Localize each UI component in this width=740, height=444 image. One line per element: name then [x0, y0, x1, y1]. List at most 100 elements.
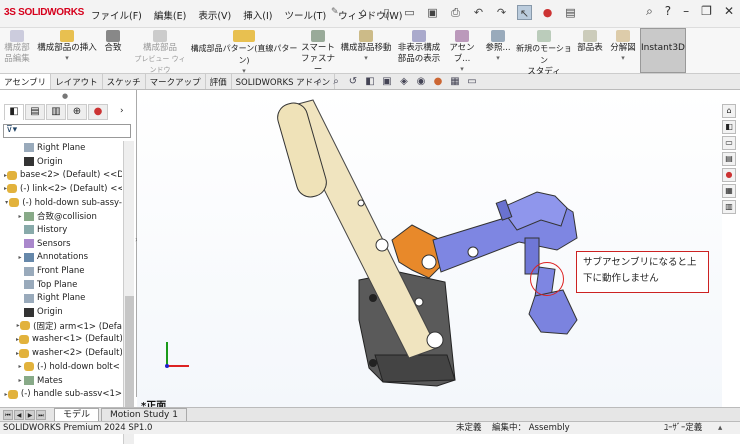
tree-item[interactable]: Right Plane	[0, 141, 122, 155]
show-hidden-components-button[interactable]: 非表示構成 部品の表示	[396, 30, 442, 65]
apply-scene-icon[interactable]: ▦	[449, 76, 461, 88]
status-units[interactable]: ﾕｰｻﾞｰ定義	[664, 422, 702, 434]
tab-markup[interactable]: マークアップ	[146, 74, 206, 89]
pin-icon[interactable]: ✎	[331, 7, 339, 17]
expand-arrow-icon[interactable]: ▸	[16, 254, 24, 261]
design-library-icon[interactable]: ▭	[722, 136, 736, 150]
quick-tips-icon[interactable]: ▴	[718, 422, 722, 434]
view-settings-icon[interactable]: ▭	[466, 76, 478, 88]
tree-filter-input[interactable]: ⊽▾	[3, 124, 131, 138]
tab-sketch[interactable]: スケッチ	[103, 74, 146, 89]
home-icon[interactable]: ⌂	[356, 5, 371, 20]
tab-evaluate[interactable]: 評価	[206, 74, 232, 89]
configuration-manager-icon[interactable]: ▥	[46, 104, 66, 120]
tab-model[interactable]: モデル	[54, 408, 100, 421]
hold-down-clamp-model[interactable]	[137, 90, 722, 407]
tree-item[interactable]: ▸ washer<2> (Default)	[0, 346, 122, 360]
tree-item[interactable]: ▸ Mates	[0, 374, 122, 388]
panel-grip-icon[interactable]: ●	[62, 92, 68, 100]
tree-item[interactable]: ▸ (-) hold-down bolt<	[0, 360, 122, 374]
tree-item[interactable]: ▸ (-) link<2> (Default) <<	[0, 182, 122, 196]
component-preview-button[interactable]: 構成部品 プレビュー ウィンドウ	[132, 30, 188, 76]
new-motion-study-button[interactable]: 新規のモーション スタディ	[516, 30, 572, 78]
instant3d-button[interactable]: Instant3D	[640, 28, 686, 73]
edit-appearance-icon[interactable]: ●	[432, 76, 444, 88]
rebuild-icon[interactable]: ▤	[563, 5, 578, 20]
mate-button[interactable]: 合致	[100, 30, 126, 54]
linear-pattern-button[interactable]: 構成部品パターン(直線パターン) ▾	[190, 30, 298, 75]
undo-icon[interactable]: ↶	[471, 5, 486, 20]
close-icon[interactable]: ✕	[724, 4, 734, 19]
redo-icon[interactable]: ↷	[494, 5, 509, 20]
graphics-area[interactable]	[137, 90, 722, 407]
tree-item[interactable]: ▸ 合致@collision	[0, 209, 122, 223]
scrollbar-thumb[interactable]	[125, 296, 134, 411]
next-tab-icon[interactable]: ▶	[25, 409, 35, 420]
tree-item[interactable]: ▸ (固定) arm<1> (Defa	[0, 319, 122, 333]
assembly-features-button[interactable]: アセンブ... ▾	[444, 30, 480, 73]
expand-arrow-icon[interactable]: ▸	[16, 377, 24, 384]
previous-view-icon[interactable]: ↺	[347, 76, 359, 88]
print-icon[interactable]: ⎙	[448, 5, 463, 20]
move-component-button[interactable]: 構成部品移動 ▾	[338, 30, 394, 62]
feature-tree-icon[interactable]: ◧	[4, 104, 24, 120]
tree-item[interactable]: ▸ (-) handle sub-assv<1>	[0, 387, 122, 401]
tree-item[interactable]: Origin	[0, 305, 122, 319]
property-manager-icon[interactable]: ▤	[25, 104, 45, 120]
tree-item[interactable]: Top Plane	[0, 278, 122, 292]
tree-item[interactable]: Origin	[0, 155, 122, 169]
insert-component-button[interactable]: 構成部品の挿入 ▾	[36, 30, 98, 62]
home-icon[interactable]: ⌂	[722, 104, 736, 118]
menu-tools[interactable]: ツール(T)	[279, 8, 331, 22]
tree-item[interactable]: ▾ (-) hold-down sub-assy-	[0, 196, 122, 210]
appearances-icon[interactable]: ●	[722, 168, 736, 182]
restore-icon[interactable]: ❐	[701, 4, 712, 19]
file-explorer-icon[interactable]: ▤	[722, 152, 736, 166]
edit-component-button[interactable]: 構成部 品編集	[2, 30, 32, 65]
tree-item[interactable]: ▸ Annotations	[0, 251, 122, 265]
tree-item[interactable]: Front Plane	[0, 264, 122, 278]
tree-item[interactable]: Right Plane	[0, 292, 122, 306]
tab-motion-study[interactable]: Motion Study 1	[101, 408, 187, 421]
minimize-icon[interactable]: –	[683, 4, 689, 19]
smart-fastener-button[interactable]: スマート ファスナー	[300, 30, 336, 76]
reference-geometry-button[interactable]: 参照... ▾	[482, 30, 514, 62]
search-icon[interactable]: ⌕	[646, 4, 653, 19]
tab-layout[interactable]: レイアウト	[51, 74, 103, 89]
view-orientation-icon[interactable]: ▣	[381, 76, 393, 88]
expand-arrow-icon[interactable]: ▸	[16, 213, 24, 220]
tree-item[interactable]: ▸ base<2> (Default) <<D	[0, 168, 122, 182]
zoom-area-icon[interactable]: ⌕	[330, 76, 342, 88]
save-icon[interactable]: ▣	[425, 5, 440, 20]
bill-of-materials-button[interactable]: 部品表	[575, 30, 605, 54]
tab-assembly[interactable]: アセンブリ	[0, 74, 52, 89]
feature-tree-scrollbar[interactable]	[123, 141, 134, 444]
display-manager-icon[interactable]: ●	[88, 104, 108, 120]
expand-arrow-icon[interactable]: ▸	[16, 363, 24, 370]
menu-file[interactable]: ファイル(F)	[86, 8, 147, 22]
open-folder-icon[interactable]: ▭	[402, 5, 417, 20]
traffic-light-icon[interactable]: ●	[540, 5, 555, 20]
new-document-icon[interactable]: ▯	[379, 5, 394, 20]
section-view-icon[interactable]: ◧	[364, 76, 376, 88]
menu-insert[interactable]: 挿入(I)	[238, 8, 277, 22]
menu-view[interactable]: 表示(V)	[193, 8, 236, 22]
exploded-view-button[interactable]: 分解図 ▾	[608, 30, 638, 62]
zoom-to-fit-icon[interactable]: ⌕	[313, 76, 325, 88]
tree-item[interactable]: History	[0, 223, 122, 237]
resources-icon[interactable]: ◧	[722, 120, 736, 134]
select-cursor-icon[interactable]: ↖	[517, 5, 532, 20]
custom-properties-icon[interactable]: ▦	[722, 184, 736, 198]
prev-tab-icon[interactable]: ◀	[14, 409, 24, 420]
tree-item[interactable]: ▸ washer<1> (Default)	[0, 333, 122, 347]
last-tab-icon[interactable]: ⏭	[36, 409, 46, 420]
panel-expand-icon[interactable]: ›	[120, 106, 124, 116]
menu-edit[interactable]: 編集(E)	[149, 8, 191, 22]
solidworks-forum-icon[interactable]: ▥	[722, 200, 736, 214]
hide-show-items-icon[interactable]: ◉	[415, 76, 427, 88]
help-icon[interactable]: ?	[665, 4, 671, 19]
first-tab-icon[interactable]: ⏮	[3, 409, 13, 420]
display-style-icon[interactable]: ◈	[398, 76, 410, 88]
tree-item[interactable]: Sensors	[0, 237, 122, 251]
dimxpert-icon[interactable]: ⊕	[67, 104, 87, 120]
